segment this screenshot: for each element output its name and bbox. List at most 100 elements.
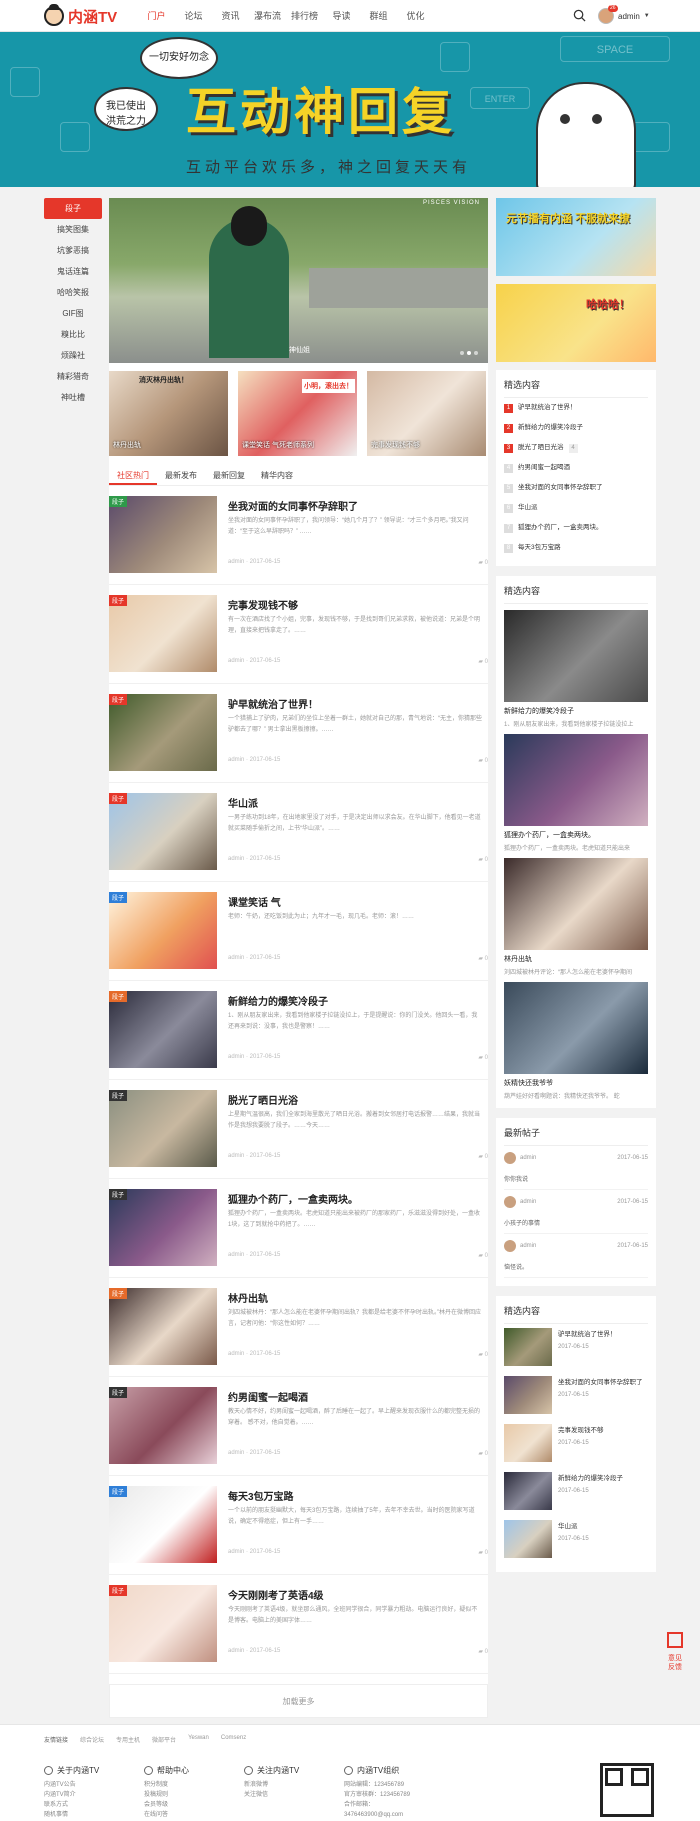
post-category-badge[interactable]: 段子 bbox=[109, 1387, 128, 1398]
nav-item-portal[interactable]: 门户 bbox=[138, 0, 175, 32]
post-thumbnail[interactable]: 段子 bbox=[109, 1387, 217, 1464]
new-post-text[interactable]: 你你我说 bbox=[504, 1174, 648, 1183]
rank-item[interactable]: 3 脱光了晒日光浴 4 bbox=[504, 438, 648, 458]
post-thumbnail[interactable]: 段子 bbox=[109, 1288, 217, 1365]
avatar[interactable] bbox=[504, 1196, 516, 1208]
rank-item[interactable]: 4 约男闺蜜一起喝酒 bbox=[504, 458, 648, 478]
rank-title[interactable]: 狐狸办个药厂，一盒卖两块。 bbox=[518, 518, 603, 538]
mini-featured-item[interactable]: 完事发现钱不够 2017-06-15 bbox=[504, 1420, 648, 1468]
footer-link[interactable]: 投稿规则 bbox=[144, 1790, 232, 1800]
avatar[interactable] bbox=[504, 1240, 516, 1252]
post-item[interactable]: 段子 约男闺蜜一起喝酒 教天心情不好，约男闺蜜一起喝酒，醉了后睡在一起了。早上醒… bbox=[109, 1377, 488, 1476]
mini-featured-title[interactable]: 华山派 bbox=[558, 1520, 589, 1530]
nav-item-groups[interactable]: 群组 bbox=[360, 0, 397, 32]
featured-item[interactable]: 狐狸办个药厂，一盒卖两块。 狐狸办个药厂，一盒卖两块。老虎知道只能出来 bbox=[504, 734, 648, 852]
slider-dot[interactable] bbox=[460, 351, 464, 355]
rank-item[interactable]: 5 坐我对面的女同事怀孕辞职了 bbox=[504, 478, 648, 498]
post-thumbnail[interactable]: 段子 bbox=[109, 496, 217, 573]
category-item-annoyed[interactable]: 烦躁社 bbox=[44, 345, 102, 366]
post-title[interactable]: 完事发现钱不够 bbox=[228, 597, 298, 612]
mini-featured-image[interactable] bbox=[504, 1376, 552, 1414]
rank-title[interactable]: 坐我对面的女同事怀孕辞职了 bbox=[518, 478, 603, 498]
post-category-badge[interactable]: 段子 bbox=[109, 793, 128, 804]
featured-image[interactable] bbox=[504, 610, 648, 702]
post-item[interactable]: 段子 今天刚刚考了英语4级 今天刚刚考了英语4级，就坐那么通风，全班同学很合，同… bbox=[109, 1575, 488, 1674]
category-item-gif[interactable]: GIF图 bbox=[44, 303, 102, 324]
mini-featured-item[interactable]: 华山派 2017-06-15 bbox=[504, 1516, 648, 1564]
friend-link[interactable]: Yeswan bbox=[188, 1735, 209, 1744]
post-item[interactable]: 段子 华山派 一男子练功到18年，在出地家里没了对手，于是决定出师以求会友。在华… bbox=[109, 783, 488, 882]
new-post-item[interactable]: admin 2017-06-15 恼怪说。 bbox=[504, 1234, 648, 1278]
post-title[interactable]: 新鲜给力的爆笑冷段子 bbox=[228, 993, 328, 1008]
post-category-badge[interactable]: 段子 bbox=[109, 1585, 128, 1596]
nav-item-ranking[interactable]: 排行榜 bbox=[286, 0, 323, 32]
rank-title[interactable]: 每天3包万宝路 bbox=[518, 538, 561, 558]
ad-banner-2[interactable]: 哈哈哈！ bbox=[496, 284, 656, 362]
footer-link[interactable]: 联系方式 bbox=[44, 1800, 132, 1810]
user-menu[interactable]: 26 admin ▼ bbox=[598, 5, 650, 26]
post-thumbnail[interactable]: 段子 bbox=[109, 793, 217, 870]
footer-link[interactable]: 官方审核群：123456789 bbox=[344, 1790, 432, 1800]
rank-title[interactable]: 华山派 bbox=[518, 498, 538, 518]
avatar[interactable] bbox=[504, 1152, 516, 1164]
new-post-item[interactable]: admin 2017-06-15 小孩子的事情 bbox=[504, 1190, 648, 1234]
post-title[interactable]: 课堂笑话 气 bbox=[228, 894, 281, 909]
featured-item[interactable]: 林丹出轨 刘四城被林丹评论：“那人怎么能在老婆怀孕期间 bbox=[504, 858, 648, 976]
friend-link[interactable]: Comsenz bbox=[221, 1735, 246, 1744]
post-title[interactable]: 驴早就统治了世界！ bbox=[228, 696, 318, 711]
mini-featured-title[interactable]: 坐我对面的女同事怀孕辞职了 bbox=[558, 1376, 643, 1386]
new-post-user[interactable]: admin bbox=[520, 1243, 536, 1249]
mini-featured-image[interactable] bbox=[504, 1472, 552, 1510]
post-title[interactable]: 脱光了晒日光浴 bbox=[228, 1092, 298, 1107]
post-category-badge[interactable]: 段子 bbox=[109, 991, 128, 1002]
post-title[interactable]: 约男闺蜜一起喝酒 bbox=[228, 1389, 308, 1404]
post-thumbnail[interactable]: 段子 bbox=[109, 1189, 217, 1266]
post-category-badge[interactable]: 段子 bbox=[109, 1090, 128, 1101]
new-post-text[interactable]: 恼怪说。 bbox=[504, 1262, 648, 1271]
post-title[interactable]: 每天3包万宝路 bbox=[228, 1488, 294, 1503]
slider-dot-active[interactable] bbox=[467, 351, 471, 355]
category-item-funny-pics[interactable]: 搞笑图集 bbox=[44, 219, 102, 240]
post-item[interactable]: 段子 每天3包万宝路 一个以前的朋友挺幽默大，每天3包万宝路，连续抽了5年，去年… bbox=[109, 1476, 488, 1575]
post-title[interactable]: 今天刚刚考了英语4级 bbox=[228, 1587, 324, 1602]
mini-featured-title[interactable]: 驴早就统治了世界！ bbox=[558, 1328, 617, 1338]
footer-link[interactable]: 关注微信 bbox=[244, 1790, 332, 1800]
new-post-item[interactable]: admin 2017-06-15 你你我说 bbox=[504, 1146, 648, 1190]
post-title[interactable]: 林丹出轨 bbox=[228, 1290, 268, 1305]
footer-link[interactable]: 在线问答 bbox=[144, 1810, 232, 1820]
featured-item[interactable]: 新鲜给力的爆笑冷段子 1、刚从朋友家出来，我看到他家楼子拉链没拉上 bbox=[504, 610, 648, 728]
nav-item-forum[interactable]: 论坛 bbox=[175, 0, 212, 32]
category-item-ghost-stories[interactable]: 鬼话连篇 bbox=[44, 261, 102, 282]
tab-hot[interactable]: 社区热门 bbox=[109, 466, 157, 485]
post-item[interactable]: 段子 狐狸办个药厂，一盒卖两块。 狐狸办个药厂，一盒卖两块。老虎知道只能出来被药… bbox=[109, 1179, 488, 1278]
rank-title[interactable]: 约男闺蜜一起喝酒 bbox=[518, 458, 570, 478]
post-item[interactable]: 段子 脱光了晒日光浴 上星期气温很高，我们全家到海里散光了晒日光浴。搬着到女邻居… bbox=[109, 1080, 488, 1179]
image-slider[interactable]: PISCES VISION 神仙姐 bbox=[109, 198, 488, 363]
rank-title[interactable]: 脱光了晒日光浴 bbox=[518, 438, 564, 458]
post-item[interactable]: 段子 课堂笑话 气 老师：牛奶，还吃饭到此为止；九年才一毛，现几毛。老师：滚！…… bbox=[109, 882, 488, 981]
load-more-button[interactable]: 加载更多 bbox=[109, 1684, 488, 1718]
mini-featured-image[interactable] bbox=[504, 1520, 552, 1558]
new-post-text[interactable]: 小孩子的事情 bbox=[504, 1218, 648, 1227]
footer-link[interactable]: 新浪微博 bbox=[244, 1780, 332, 1790]
post-thumbnail[interactable]: 段子 bbox=[109, 892, 217, 969]
post-thumbnail[interactable]: 段子 bbox=[109, 991, 217, 1068]
featured-image[interactable] bbox=[504, 858, 648, 950]
featured-image[interactable] bbox=[504, 734, 648, 826]
footer-link[interactable]: 内涵TV简介 bbox=[44, 1790, 132, 1800]
featured-item[interactable]: 妖精快还我爷爷 葫芦娃好好看啊题说：我精快还我爷爷。 蛇 bbox=[504, 982, 648, 1100]
featured-thumb[interactable]: 完事发现钱不够 bbox=[367, 371, 486, 456]
post-thumbnail[interactable]: 段子 bbox=[109, 1486, 217, 1563]
post-category-badge[interactable]: 段子 bbox=[109, 694, 128, 705]
post-title[interactable]: 狐狸办个药厂，一盒卖两块。 bbox=[228, 1191, 358, 1206]
mini-featured-item[interactable]: 驴早就统治了世界！ 2017-06-15 bbox=[504, 1324, 648, 1372]
ad-banner-1[interactable]: 元节播有内涵 不服就来撩 bbox=[496, 198, 656, 276]
featured-title[interactable]: 新鲜给力的爆笑冷段子 bbox=[504, 706, 648, 716]
friend-link[interactable]: 综合论坛 bbox=[80, 1735, 104, 1744]
post-category-badge[interactable]: 段子 bbox=[109, 1288, 128, 1299]
tab-latest[interactable]: 最新发布 bbox=[157, 466, 205, 485]
category-item-pranks[interactable]: 坑爹恶搞 bbox=[44, 240, 102, 261]
friend-link[interactable]: 专用主机 bbox=[116, 1735, 140, 1744]
mini-featured-title[interactable]: 新鲜给力的爆笑冷段子 bbox=[558, 1472, 623, 1482]
post-item[interactable]: 段子 完事发现钱不够 有一次在酒店找了个小姐，完事，发现钱不够，于是找到哥们兄弟… bbox=[109, 585, 488, 684]
